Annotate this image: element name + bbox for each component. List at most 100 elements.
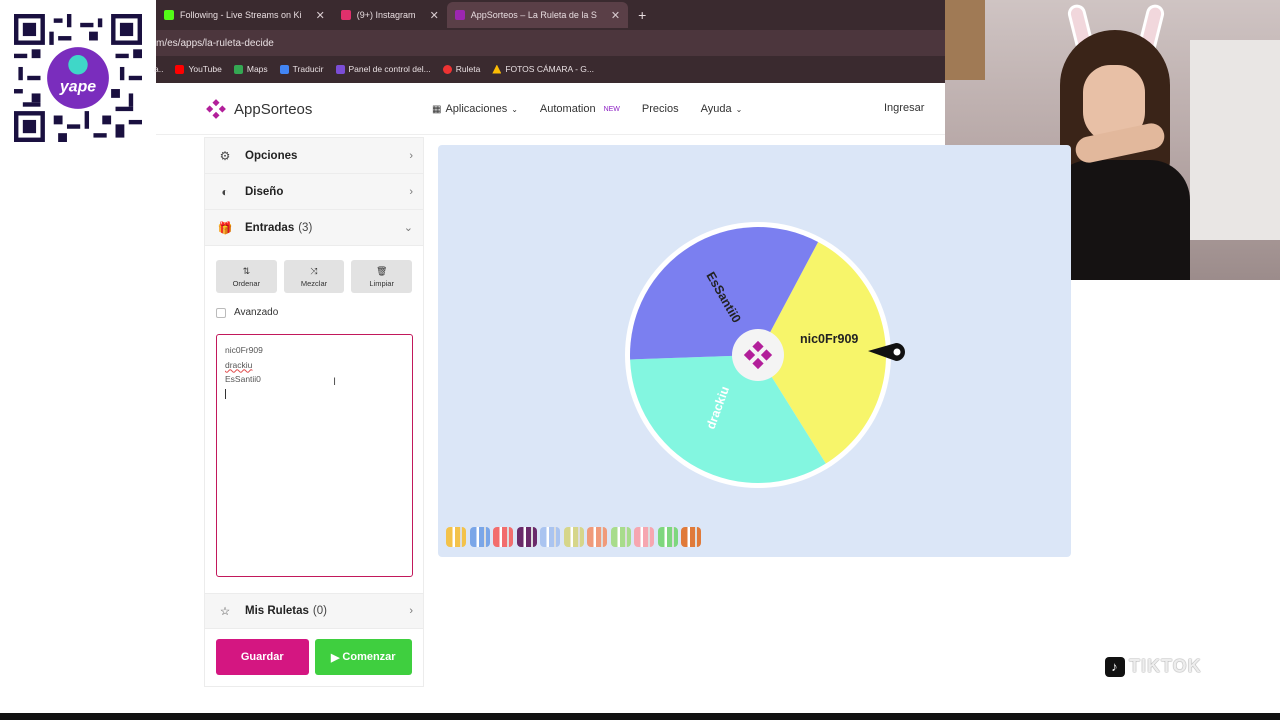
shuffle-button[interactable]: ⤨ Mezclar — [283, 260, 345, 293]
nav-ayuda[interactable]: Ayuda ⌄ — [701, 103, 743, 115]
url-text: m/es/apps/la-ruleta-decide — [156, 37, 274, 49]
brand-name: AppSorteos — [234, 100, 313, 118]
address-bar[interactable]: m/es/apps/la-ruleta-decide — [156, 30, 945, 56]
sort-button[interactable]: ⇅ Ordenar — [216, 260, 277, 293]
palette-swatch[interactable] — [657, 527, 678, 547]
bookmark-translate[interactable]: Traducir — [279, 64, 324, 74]
accordion-label: Opciones — [245, 149, 298, 162]
start-button[interactable]: ▶ Comenzar — [314, 639, 412, 675]
play-icon: ▶ — [330, 651, 340, 664]
color-palette — [446, 527, 705, 547]
palette-swatch[interactable] — [634, 527, 654, 547]
tab-label: Following - Live Streams on Ki — [180, 10, 302, 20]
close-icon[interactable]: ✕ — [430, 9, 439, 22]
nav-label: Ayuda — [700, 103, 732, 115]
bookmark-label: Panel de control del... — [348, 64, 431, 74]
appsorteos-icon — [454, 10, 465, 20]
palette-swatch[interactable] — [469, 527, 490, 547]
browser-chrome: Following - Live Streams on Ki ✕ (9+) In… — [154, 0, 945, 83]
entries-toolbar: ⇅ Ordenar ⤨ Mezclar 🗑 Limpiar — [216, 260, 413, 293]
my-wheels-count: (0) — [312, 605, 327, 617]
bookmark-label: Ruleta — [455, 64, 481, 74]
kick-icon — [164, 10, 174, 20]
login-link[interactable]: Ingresar — [884, 102, 924, 114]
start-label: Comenzar — [342, 651, 396, 663]
nav-automation[interactable]: Automation NEW — [540, 103, 620, 115]
appsorteos-logo-icon — [206, 99, 226, 119]
accordion-entries[interactable]: 🎁 Entradas (3) ⌄ — [205, 210, 423, 246]
accordion-label: Diseño — [245, 185, 284, 198]
new-badge: NEW — [603, 105, 620, 113]
entry-line: EsSantii0 — [225, 374, 261, 384]
chevron-right-icon: › — [409, 185, 413, 198]
chevron-right-icon: › — [409, 149, 413, 162]
twitch-icon — [335, 64, 345, 74]
tab-strip: Following - Live Streams on Ki ✕ (9+) In… — [156, 0, 945, 28]
palette-swatch[interactable] — [587, 527, 607, 547]
qr-code: yape — [0, 0, 156, 156]
palette-swatch[interactable] — [563, 527, 584, 547]
translate-icon — [279, 64, 289, 74]
bookmark-label: Traducir — [292, 64, 324, 74]
nav-precios[interactable]: Precios — [642, 103, 679, 115]
palette-swatch[interactable] — [610, 527, 631, 547]
clear-label: Limpiar — [369, 278, 394, 288]
close-icon[interactable]: ✕ — [316, 9, 325, 22]
palette-swatch[interactable] — [540, 527, 560, 547]
clear-button[interactable]: 🗑 Limpiar — [351, 260, 413, 293]
palette-swatch[interactable] — [516, 527, 537, 547]
nav-label: Precios — [641, 103, 679, 115]
save-button[interactable]: Guardar — [216, 639, 309, 675]
accordion-design[interactable]: ◐ Diseño › — [205, 174, 423, 210]
youtube-icon — [175, 64, 185, 74]
bookmark-fotos[interactable]: FOTOS CÁMARA - G... — [492, 64, 594, 74]
shuffle-icon: ⤨ — [310, 265, 318, 276]
palette-swatch[interactable] — [493, 527, 513, 547]
wheel-icon — [442, 64, 452, 74]
text-caret — [225, 388, 226, 399]
bookmark-item[interactable]: a.. — [154, 64, 164, 74]
close-icon[interactable]: ✕ — [611, 9, 620, 22]
accordion-label: Entradas — [245, 221, 295, 234]
tiktok-label: TIKTOK — [1129, 656, 1202, 676]
main-nav: ▦ Aplicaciones ⌄ Automation NEW Precios … — [432, 83, 742, 135]
tab-instagram[interactable]: (9+) Instagram ✕ — [333, 2, 447, 28]
entries-count: (3) — [298, 221, 313, 234]
svg-text:yape: yape — [59, 79, 96, 96]
bookmark-label: a.. — [154, 64, 164, 74]
tab-kick[interactable]: Following - Live Streams on Ki ✕ — [156, 2, 333, 28]
drive-icon — [492, 64, 502, 74]
accordion-my-wheels[interactable]: ☆ Mis Ruletas (0) › — [205, 593, 423, 629]
trash-icon: 🗑 — [375, 265, 388, 276]
spin-wheel[interactable]: EsSantii0nic0Fr909drackiu — [618, 215, 905, 495]
new-tab-button[interactable]: + — [628, 2, 656, 28]
brand-logo[interactable]: AppSorteos — [204, 97, 312, 121]
bookmark-maps[interactable]: Maps — [233, 64, 268, 74]
ibeam-cursor-icon: I — [333, 376, 337, 388]
qr-code-image: yape — [14, 14, 142, 142]
entries-body: ⇅ Ordenar ⤨ Mezclar 🗑 Limpiar Avanzado n… — [205, 246, 423, 675]
accordion-options[interactable]: ⚙ Opciones › — [205, 138, 423, 174]
settings-panel: ⚙ Opciones › ◐ Diseño › 🎁 Entradas (3) ⌄… — [204, 137, 424, 687]
entry-line: nic0Fr909 — [225, 345, 263, 355]
wheel-stage: EsSantii0 nic0Fr909 drackiu — [438, 145, 1071, 557]
chevron-down-icon: ⌄ — [735, 104, 743, 114]
chevron-right-icon: › — [409, 605, 413, 617]
webcam-background-shelf — [1190, 40, 1280, 240]
entries-textarea[interactable]: nic0Fr909 drackiu EsSantii0 I — [216, 334, 413, 577]
tab-appsorteos[interactable]: AppSorteos – La Ruleta de la S ✕ — [446, 2, 629, 28]
bookmark-youtube[interactable]: YouTube — [175, 64, 222, 74]
palette-swatch[interactable] — [681, 527, 701, 547]
bookmark-ruleta[interactable]: Ruleta — [442, 64, 481, 74]
bookmark-panel[interactable]: Panel de control del... — [335, 64, 431, 74]
bookmark-label: FOTOS CÁMARA - G... — [505, 64, 594, 74]
advanced-checkbox[interactable] — [216, 307, 226, 318]
sort-label: Ordenar — [232, 278, 261, 288]
gift-icon: 🎁 — [217, 220, 233, 235]
palette-swatch[interactable] — [446, 527, 466, 547]
accordion-label: Mis Ruletas — [245, 605, 309, 617]
tiktok-icon: ♪ — [1105, 656, 1125, 677]
nav-aplicaciones[interactable]: ▦ Aplicaciones ⌄ — [432, 103, 518, 115]
advanced-toggle[interactable]: Avanzado — [216, 307, 412, 318]
entry-line: drackiu — [225, 359, 253, 370]
